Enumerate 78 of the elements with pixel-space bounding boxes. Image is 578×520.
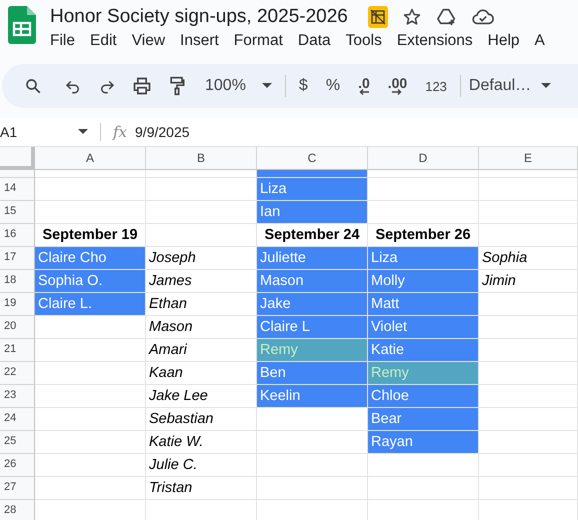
menu-item[interactable]: Help — [486, 30, 528, 50]
menu-item[interactable]: Format — [232, 30, 291, 50]
row-header[interactable]: 27 — [0, 477, 35, 500]
column-header[interactable]: D — [368, 147, 479, 170]
increase-decimal-button[interactable]: .00 — [378, 73, 416, 99]
column-header[interactable]: B — [146, 147, 257, 170]
table-cell: Bear — [368, 408, 479, 431]
table-cell: Claire Cho — [35, 247, 146, 270]
menu-item[interactable]: Tools — [344, 30, 390, 50]
table-cell: Amari — [146, 339, 257, 362]
menu-item[interactable]: A — [532, 30, 553, 50]
row-header[interactable]: 25 — [0, 431, 35, 454]
table-cell: Liza — [257, 178, 368, 201]
row-header[interactable]: 17 — [0, 247, 35, 270]
document-title[interactable]: Honor Society sign-ups, 2025-2026 — [50, 6, 348, 28]
table-cell: Ben — [257, 362, 368, 385]
row-header[interactable]: 18 — [0, 270, 35, 293]
table-cell: September 24 — [257, 224, 368, 247]
table-cell: Remy — [368, 362, 479, 385]
row-header[interactable]: 23 — [0, 385, 35, 408]
table-cell: Liza — [368, 247, 479, 270]
number-format-button[interactable]: 123 — [416, 74, 456, 98]
percent-button[interactable]: % — [316, 73, 350, 99]
name-box[interactable]: A1 — [0, 124, 94, 140]
row-header[interactable]: 19 — [0, 293, 35, 316]
table-cell: Jake Lee — [146, 385, 257, 408]
table-cell: Tristan — [146, 477, 257, 500]
table-cell: Jake — [257, 293, 368, 316]
table-cell: Matt — [368, 293, 479, 316]
table-cell: Mason — [257, 270, 368, 293]
table-cell: September 26 — [368, 224, 479, 247]
menu-item[interactable]: Data — [296, 30, 339, 50]
row-header[interactable]: 21 — [0, 339, 35, 362]
column-header[interactable]: E — [479, 147, 578, 170]
row-header[interactable]: 26 — [0, 454, 35, 477]
table-cell: Katie — [368, 339, 479, 362]
table-cell: Sebastian — [146, 408, 257, 431]
table-cell: Ethan — [146, 293, 257, 316]
row-header[interactable]: 22 — [0, 362, 35, 385]
table-cell: Katie W. — [146, 431, 257, 454]
menu-item[interactable]: File — [48, 30, 83, 50]
menu-item[interactable]: Extensions — [394, 30, 481, 50]
table-cell: Kaan — [146, 362, 257, 385]
table-cell: Ian — [257, 201, 368, 224]
table-cell: Violet — [368, 316, 479, 339]
table-cell: Claire L. — [35, 293, 146, 316]
menu-item[interactable]: Edit — [88, 30, 125, 50]
menu-item[interactable]: Insert — [178, 30, 227, 50]
column-header[interactable]: C — [257, 147, 368, 170]
formula-field[interactable]: 9/9/2025 — [135, 124, 190, 140]
table-cell: Keelin — [257, 385, 368, 408]
table-cell: Chloe — [368, 385, 479, 408]
row-header[interactable]: 14 — [0, 178, 35, 201]
row-header[interactable]: 20 — [0, 316, 35, 339]
table-cell: Claire L — [257, 316, 368, 339]
row-header[interactable]: 28 — [0, 500, 35, 520]
table-cell: Mason — [146, 316, 257, 339]
menu-item[interactable]: View — [130, 30, 174, 50]
row-header[interactable]: 24 — [0, 408, 35, 431]
decrease-decimal-button[interactable]: .0 — [349, 73, 379, 99]
table-cell: September 19 — [35, 224, 146, 247]
table-cell: Molly — [368, 270, 479, 293]
row-header[interactable]: 16 — [0, 224, 35, 247]
table-cell: Joseph — [146, 247, 257, 270]
row-header[interactable]: 15 — [0, 201, 35, 224]
table-cell: Sophia O. — [35, 270, 146, 293]
table-cell: Jimin — [479, 270, 578, 293]
table-cell: Sophia — [479, 247, 578, 270]
table-cell: Remy — [257, 339, 368, 362]
table-cell: Rayan — [368, 431, 479, 454]
currency-button[interactable]: $ — [290, 73, 317, 99]
table-cell: Juliette — [257, 247, 368, 270]
table-cell: James — [146, 270, 257, 293]
font-dropdown[interactable]: Defaul… — [464, 73, 560, 99]
function-label: fx — [113, 123, 128, 141]
column-header[interactable]: A — [35, 147, 146, 170]
zoom-dropdown[interactable]: 100% — [196, 73, 281, 99]
table-cell: Julie C. — [146, 454, 257, 477]
